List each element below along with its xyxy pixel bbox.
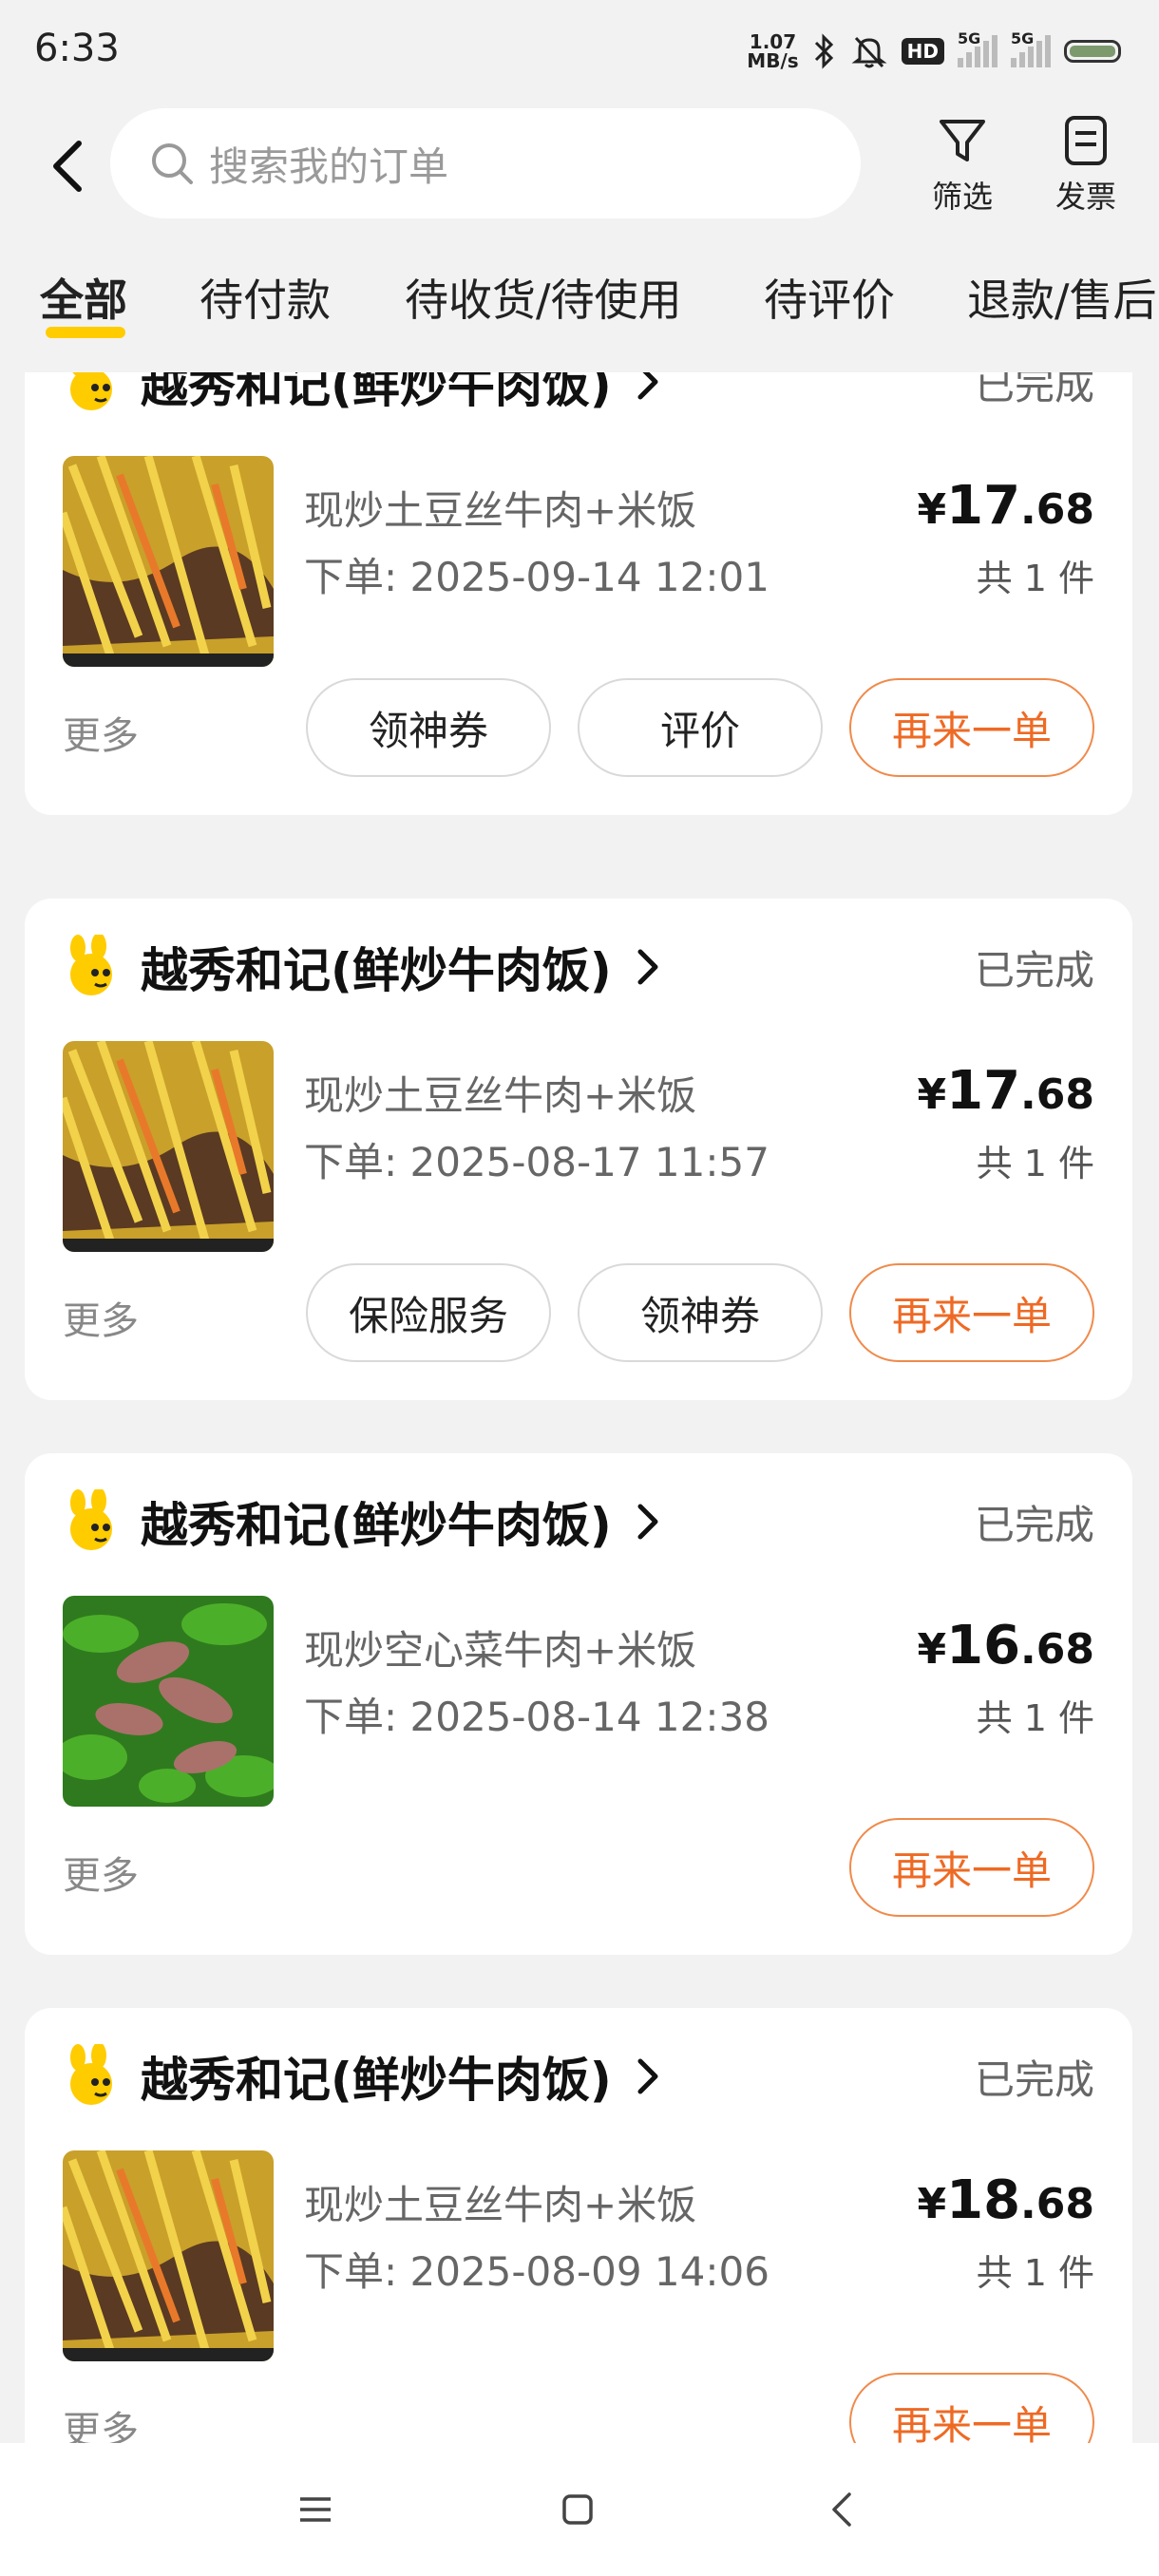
item-name: 现炒土豆丝牛肉+米饭 [304,1072,697,1119]
search-input[interactable]: 搜索我的订单 [110,108,861,218]
more-button[interactable]: 更多 [63,1845,139,1900]
order-status: 已完成 [974,947,1094,994]
order-card[interactable]: 越秀和记(鲜炒牛肉饭) 已完成 现炒土豆丝牛肉+米饭 下单: 2025-08-1… [25,899,1132,1400]
shop-logo-icon [70,372,112,410]
shop-logo-icon [70,1489,112,1550]
reorder-button[interactable]: 再来一单 [849,678,1094,777]
order-card[interactable]: 越秀和记(鲜炒牛肉饭) 已完成 现炒空心菜牛肉+米饭 下单: 2025-08-1… [25,1453,1132,1955]
order-card[interactable]: 越秀和记(鲜炒牛肉饭) 已完成 现炒土豆丝牛肉+米饭 下单: 2025-09-1… [25,372,1132,815]
reorder-button[interactable]: 再来一单 [849,1263,1094,1362]
signal-icon-2: 5G [1011,29,1051,67]
battery-icon [1064,40,1121,63]
item-name: 现炒土豆丝牛肉+米饭 [304,487,697,534]
invoice-icon [1065,116,1107,165]
more-button[interactable]: 更多 [63,1290,139,1345]
order-status: 已完成 [974,1502,1094,1548]
order-time: 下单: 2025-08-09 14:06 [304,2248,770,2295]
item-name: 现炒空心菜牛肉+米饭 [304,1627,697,1674]
bluetooth-icon [812,32,837,70]
chevron-right-icon [637,1504,658,1540]
tab-refund[interactable]: 退款/售后 [967,266,1157,329]
search-placeholder: 搜索我的订单 [209,142,449,190]
system-nav-bar [0,2443,1159,2576]
filter-icon [940,120,985,161]
get-coupon-button[interactable]: 领神券 [306,678,551,777]
shop-logo-icon [70,2044,112,2105]
menu-button[interactable] [277,2481,353,2538]
header: 搜索我的订单 筛选 发票 [0,104,1159,228]
insurance-service-button[interactable]: 保险服务 [306,1263,551,1362]
search-icon [152,143,193,184]
chevron-left-icon [53,141,82,192]
network-speed: 1.07 MB/s [747,30,799,72]
order-status: 已完成 [974,2056,1094,2103]
home-button[interactable] [540,2481,616,2538]
order-time: 下单: 2025-08-14 12:38 [304,1694,770,1740]
shop-logo-icon [70,935,112,995]
back-nav-button[interactable] [804,2481,880,2538]
order-price: ¥17.68 [917,1060,1094,1122]
active-tab-indicator [46,327,125,338]
status-icons: 1.07 MB/s HD 5G 5G [747,25,1121,78]
tab-pending-receipt[interactable]: 待收货/待使用 [405,266,682,329]
chevron-right-icon [637,2058,658,2094]
item-count: 共 1 件 [976,1697,1094,1739]
order-status: 已完成 [974,372,1094,408]
potato-beef-photo[interactable] [63,2150,274,2361]
order-list: 越秀和记(鲜炒牛肉饭) 已完成 现炒土豆丝牛肉+米饭 下单: 2025-09-1… [0,372,1159,2443]
hd-badge: HD [901,38,944,65]
order-time: 下单: 2025-08-17 11:57 [304,1139,770,1185]
signal-icon: 5G [958,29,998,67]
chevron-right-icon [637,949,658,985]
order-time: 下单: 2025-09-14 12:01 [304,554,770,600]
filter-label: 筛选 [931,179,993,215]
potato-beef-photo[interactable] [63,456,274,667]
shop-name[interactable]: 越秀和记(鲜炒牛肉饭) [141,933,612,1001]
order-tabs: 全部 待付款 待收货/待使用 待评价 退款/售后 [0,256,1159,351]
order-price: ¥16.68 [917,1615,1094,1676]
item-count: 共 1 件 [976,558,1094,599]
item-count: 共 1 件 [976,1143,1094,1184]
shop-name[interactable]: 越秀和记(鲜炒牛肉饭) [141,1487,612,1556]
order-price: ¥17.68 [917,475,1094,537]
shop-name[interactable]: 越秀和记(鲜炒牛肉饭) [141,372,612,416]
invoice-label: 发票 [1054,179,1116,215]
tab-pending-review[interactable]: 待评价 [764,266,895,329]
tab-all[interactable]: 全部 [40,266,127,329]
status-time: 6:33 [34,27,120,70]
status-bar: 6:33 1.07 MB/s HD 5G 5G [0,0,1159,104]
back-icon [832,2492,851,2527]
water-spinach-beef-photo[interactable] [63,1596,274,1807]
get-coupon-button[interactable]: 领神券 [578,1263,823,1362]
item-name: 现炒土豆丝牛肉+米饭 [304,2182,697,2228]
home-icon [562,2494,593,2525]
reorder-button[interactable]: 再来一单 [849,1818,1094,1917]
order-price: ¥18.68 [917,2169,1094,2231]
tab-pending-payment[interactable]: 待付款 [200,266,331,329]
review-button[interactable]: 评价 [578,678,823,777]
chevron-right-icon [637,372,658,400]
shop-name[interactable]: 越秀和记(鲜炒牛肉饭) [141,2042,612,2111]
menu-icon [300,2497,331,2522]
reorder-button[interactable]: 再来一单 [849,2373,1094,2443]
order-card[interactable]: 越秀和记(鲜炒牛肉饭) 已完成 现炒土豆丝牛肉+米饭 下单: 2025-08-0… [25,2008,1132,2443]
mute-bell-icon [850,32,888,70]
filter-button[interactable]: 筛选 [910,114,1015,217]
more-button[interactable]: 更多 [63,2399,139,2443]
potato-beef-photo[interactable] [63,1041,274,1252]
more-button[interactable]: 更多 [63,705,139,760]
back-button[interactable] [34,133,101,199]
item-count: 共 1 件 [976,2252,1094,2294]
invoice-button[interactable]: 发票 [1034,114,1138,217]
